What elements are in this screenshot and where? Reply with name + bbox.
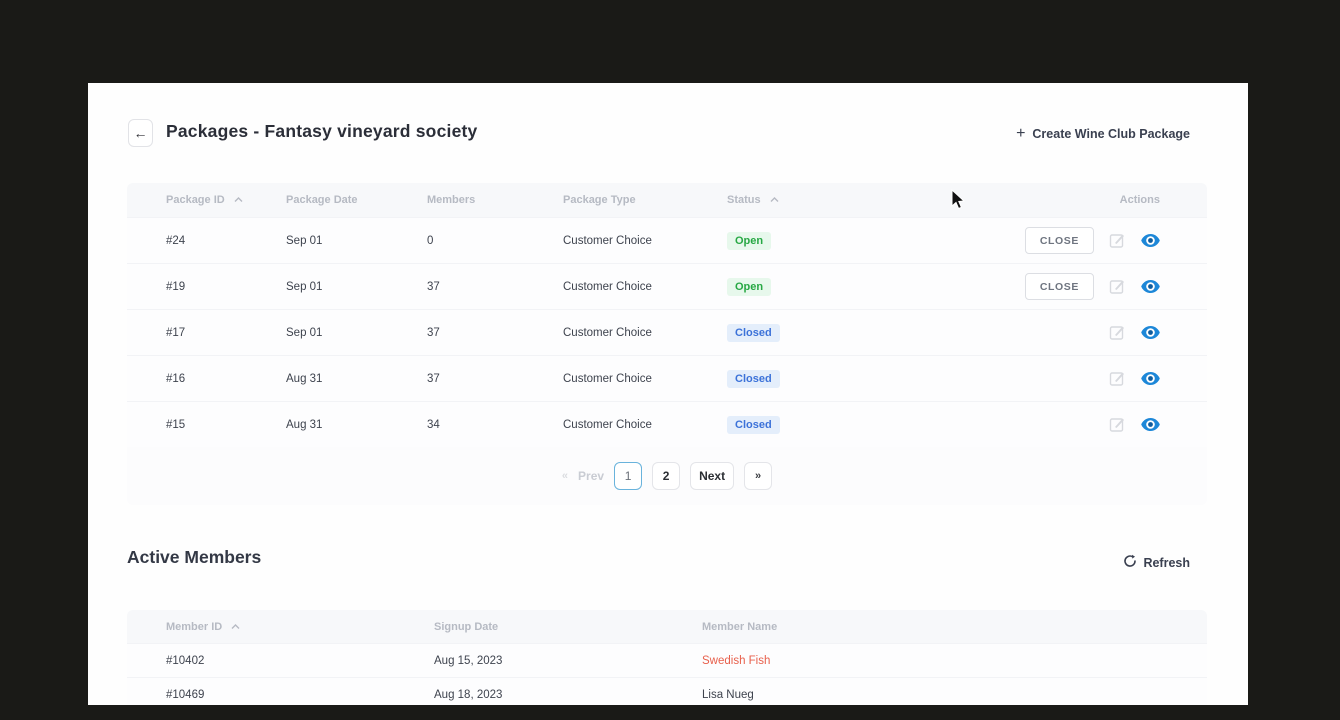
eye-icon[interactable]	[1141, 418, 1160, 431]
edit-square-icon[interactable]	[1109, 416, 1126, 433]
close-package-button[interactable]: CLOSE	[1024, 273, 1094, 300]
pagination-prev[interactable]: Prev	[578, 469, 604, 483]
plus-icon: +	[1016, 125, 1026, 142]
pagination: « Prev 1 2 Next »	[127, 447, 1207, 505]
package-members: 37	[427, 372, 440, 385]
column-header-package-type: Package Type	[563, 194, 636, 206]
create-wine-club-package-button[interactable]: + Create Wine Club Package	[1016, 125, 1190, 142]
member-row: #10402 Aug 15, 2023 Swedish Fish	[127, 643, 1207, 677]
status-badge: Open	[727, 231, 772, 250]
column-header-members: Members	[427, 194, 476, 206]
member-id: #10402	[166, 654, 205, 667]
package-members: 37	[427, 280, 440, 293]
members-table-header: Member ID Signup Date Member Name	[127, 610, 1207, 643]
create-button-label: Create Wine Club Package	[1032, 127, 1190, 141]
main-card: ← Packages - Fantasy vineyard society + …	[88, 83, 1248, 705]
package-date: Sep 01	[286, 234, 323, 247]
pagination-last[interactable]: »	[744, 462, 773, 490]
member-name: Lisa Nueg	[702, 688, 754, 701]
caret-up-icon	[231, 623, 240, 630]
package-type: Customer Choice	[563, 372, 652, 385]
package-date: Sep 01	[286, 326, 323, 339]
package-type: Customer Choice	[563, 280, 652, 293]
member-row: #10469 Aug 18, 2023 Lisa Nueg	[127, 677, 1207, 705]
close-package-button[interactable]: CLOSE	[1024, 227, 1094, 254]
pagination-page-2[interactable]: 2	[652, 462, 681, 490]
package-id: #19	[166, 280, 186, 293]
package-id: #16	[166, 372, 186, 385]
package-id: #24	[166, 234, 186, 247]
package-id: #15	[166, 418, 186, 431]
packages-table-header: Package ID Package Date Members Package …	[127, 183, 1207, 217]
status-badge: Closed	[727, 323, 780, 342]
packages-table: Package ID Package Date Members Package …	[127, 183, 1207, 505]
eye-icon[interactable]	[1141, 326, 1160, 339]
column-header-actions: Actions	[1119, 194, 1160, 206]
eye-icon[interactable]	[1141, 234, 1160, 247]
package-type: Customer Choice	[563, 326, 652, 339]
active-members-title: Active Members	[127, 547, 262, 567]
package-type: Customer Choice	[563, 418, 652, 431]
member-id: #10469	[166, 688, 205, 701]
package-type: Customer Choice	[563, 234, 652, 247]
pagination-first[interactable]: «	[562, 470, 568, 482]
pagination-page-1[interactable]: 1	[614, 462, 643, 490]
column-header-status[interactable]: Status	[727, 194, 927, 206]
edit-square-icon[interactable]	[1109, 370, 1126, 387]
package-date: Aug 31	[286, 418, 323, 431]
package-members: 37	[427, 326, 440, 339]
members-table: Member ID Signup Date Member Name #10402…	[127, 610, 1207, 705]
column-header-package-date: Package Date	[286, 194, 358, 206]
refresh-label: Refresh	[1143, 555, 1190, 570]
package-members: 0	[427, 234, 434, 247]
edit-square-icon[interactable]	[1109, 232, 1126, 249]
column-header-signup-date: Signup Date	[434, 620, 499, 633]
column-header-package-id[interactable]: Package ID	[127, 194, 286, 206]
member-signup-date: Aug 15, 2023	[434, 654, 503, 667]
eye-icon[interactable]	[1141, 280, 1160, 293]
package-row: #15 Aug 31 34 Customer Choice Closed	[127, 401, 1207, 447]
caret-up-icon	[234, 197, 243, 203]
package-date: Sep 01	[286, 280, 323, 293]
package-row: #24 Sep 01 0 Customer Choice Open CLOSE	[127, 217, 1207, 263]
page-title: Packages - Fantasy vineyard society	[166, 121, 478, 141]
package-row: #19 Sep 01 37 Customer Choice Open CLOSE	[127, 263, 1207, 309]
arrow-left-icon: ←	[133, 125, 148, 141]
caret-up-icon	[770, 197, 779, 203]
column-header-member-name: Member Name	[702, 620, 778, 633]
edit-square-icon[interactable]	[1109, 324, 1126, 341]
eye-icon[interactable]	[1141, 372, 1160, 385]
member-signup-date: Aug 18, 2023	[434, 688, 503, 701]
pagination-next[interactable]: Next	[690, 462, 735, 490]
status-badge: Open	[727, 277, 772, 296]
package-date: Aug 31	[286, 372, 323, 385]
member-name: Swedish Fish	[702, 654, 771, 667]
refresh-button[interactable]: Refresh	[1123, 554, 1190, 571]
status-badge: Closed	[727, 369, 780, 388]
status-badge: Closed	[727, 415, 780, 434]
package-members: 34	[427, 418, 440, 431]
package-row: #17 Sep 01 37 Customer Choice Closed	[127, 309, 1207, 355]
edit-square-icon[interactable]	[1109, 278, 1126, 295]
package-id: #17	[166, 326, 186, 339]
back-button[interactable]: ←	[128, 119, 153, 147]
package-row: #16 Aug 31 37 Customer Choice Closed	[127, 355, 1207, 401]
refresh-icon	[1123, 554, 1137, 571]
column-header-member-id[interactable]: Member ID	[127, 621, 434, 633]
